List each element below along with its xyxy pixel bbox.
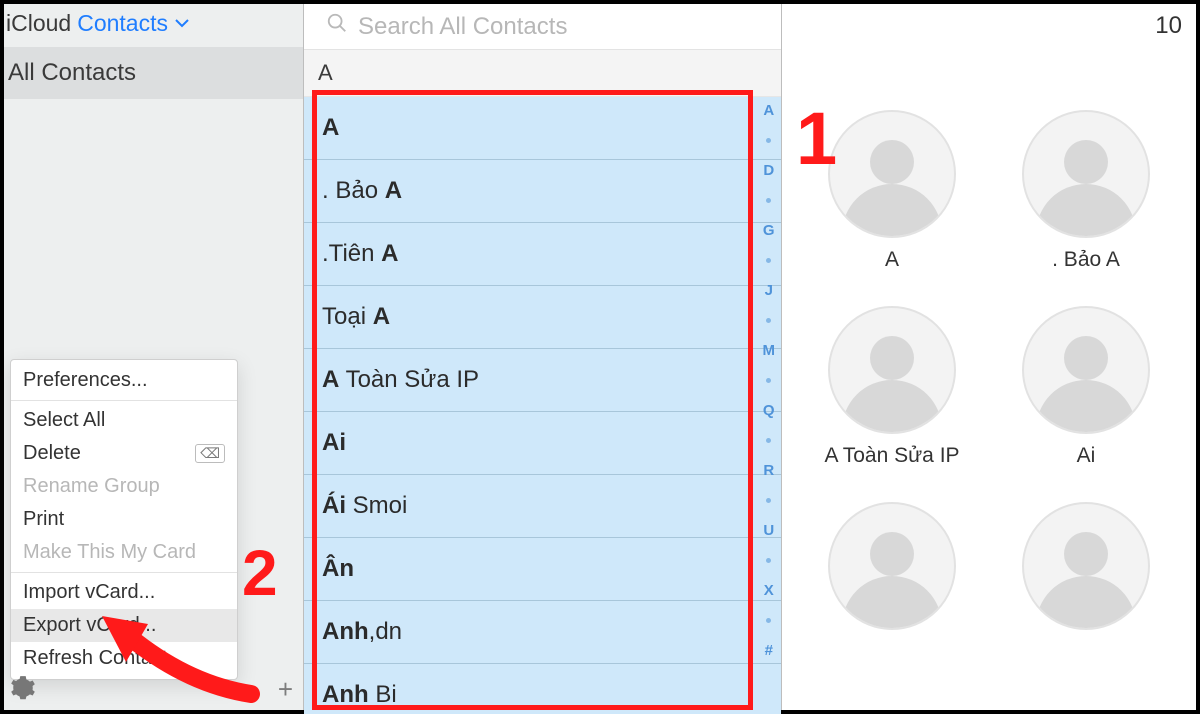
contact-row[interactable]: .Tiên A xyxy=(304,223,781,286)
avatar-name: A Toàn Sửa IP xyxy=(824,444,959,468)
section-header: A xyxy=(304,50,781,97)
alpha-index-letter[interactable]: Q xyxy=(763,402,775,419)
contact-row[interactable]: Ai xyxy=(304,412,781,475)
sidebar-item-all-contacts[interactable]: All Contacts xyxy=(4,47,303,99)
chevron-down-icon xyxy=(174,10,190,37)
selection-count: 10 xyxy=(1155,12,1182,40)
avatar-cell[interactable]: A xyxy=(800,110,984,272)
alpha-index-letter[interactable]: A xyxy=(763,102,774,119)
menu-item-preferences[interactable]: Preferences... xyxy=(11,364,237,397)
gear-icon[interactable] xyxy=(10,675,36,706)
alpha-index-dot xyxy=(766,258,771,263)
avatar-name: Ai xyxy=(1077,444,1096,468)
contact-row[interactable]: Ân xyxy=(304,538,781,601)
avatar xyxy=(828,110,956,238)
avatar-cell[interactable] xyxy=(800,502,984,640)
brand-icloud: iCloud xyxy=(6,10,71,37)
avatar-name: A xyxy=(885,248,899,272)
avatar xyxy=(1022,110,1150,238)
avatar-cell[interactable]: . Bảo A xyxy=(994,110,1178,272)
alpha-index-dot xyxy=(766,318,771,323)
avatar-name: . Bảo A xyxy=(1052,248,1120,272)
contact-row[interactable]: . Bảo A xyxy=(304,160,781,223)
menu-item-export-vcard[interactable]: Export vCard... xyxy=(11,609,237,642)
contact-row[interactable]: A Toàn Sửa IP xyxy=(304,349,781,412)
alpha-index[interactable]: A D G J M Q R U X # xyxy=(763,102,776,659)
menu-item-select-all[interactable]: Select All xyxy=(11,404,237,437)
alpha-index-letter[interactable]: R xyxy=(763,462,774,479)
brand-contacts: Contacts xyxy=(77,10,168,37)
contact-list-pane: Search All Contacts A A . Bảo A.Tiên AToạ… xyxy=(304,4,782,710)
menu-item-make-my-card: Make This My Card xyxy=(11,536,237,569)
avatar xyxy=(828,306,956,434)
alpha-index-dot xyxy=(766,498,771,503)
search-placeholder: Search All Contacts xyxy=(358,13,567,41)
alpha-index-letter[interactable]: G xyxy=(763,222,775,239)
contact-row[interactable]: Toại A xyxy=(304,286,781,349)
search-icon xyxy=(326,12,348,41)
sidebar: iCloud Contacts All Contacts Preferences… xyxy=(4,4,304,710)
menu-item-delete[interactable]: Delete ⌫ xyxy=(11,437,237,470)
avatar-cell[interactable]: A Toàn Sửa IP xyxy=(800,306,984,468)
add-button[interactable]: + xyxy=(278,676,293,702)
alpha-index-dot xyxy=(766,618,771,623)
menu-item-refresh-contacts[interactable]: Refresh Contact xyxy=(11,642,237,675)
alpha-index-dot xyxy=(766,558,771,563)
alpha-index-letter[interactable]: J xyxy=(765,282,773,299)
contact-row[interactable]: A xyxy=(304,97,781,160)
alpha-index-letter[interactable]: M xyxy=(763,342,776,359)
menu-item-rename-group: Rename Group xyxy=(11,470,237,503)
detail-pane: 10 A . Bảo A A Toàn Sửa IP Ai xyxy=(782,4,1196,710)
avatar xyxy=(1022,502,1150,630)
contact-row[interactable]: Anh,dn xyxy=(304,601,781,664)
app-title-dropdown[interactable]: iCloud Contacts xyxy=(4,4,303,43)
alpha-index-letter[interactable]: U xyxy=(763,522,774,539)
settings-menu: Preferences... Select All Delete ⌫ Renam… xyxy=(10,359,238,680)
avatar xyxy=(828,502,956,630)
alpha-index-dot xyxy=(766,438,771,443)
avatar-cell[interactable] xyxy=(994,502,1178,640)
delete-shortcut-icon: ⌫ xyxy=(195,444,225,463)
contact-row[interactable]: Ái Smoi xyxy=(304,475,781,538)
menu-item-print[interactable]: Print xyxy=(11,503,237,536)
alpha-index-dot xyxy=(766,198,771,203)
alpha-index-letter[interactable]: # xyxy=(765,642,773,659)
alpha-index-dot xyxy=(766,138,771,143)
avatar-cell[interactable]: Ai xyxy=(994,306,1178,468)
alpha-index-letter[interactable]: X xyxy=(764,582,774,599)
alpha-index-dot xyxy=(766,378,771,383)
avatar xyxy=(1022,306,1150,434)
alpha-index-letter[interactable]: D xyxy=(763,162,774,179)
search-input[interactable]: Search All Contacts xyxy=(304,4,781,50)
menu-item-import-vcard[interactable]: Import vCard... xyxy=(11,576,237,609)
contact-row[interactable]: Anh Bi xyxy=(304,664,781,714)
